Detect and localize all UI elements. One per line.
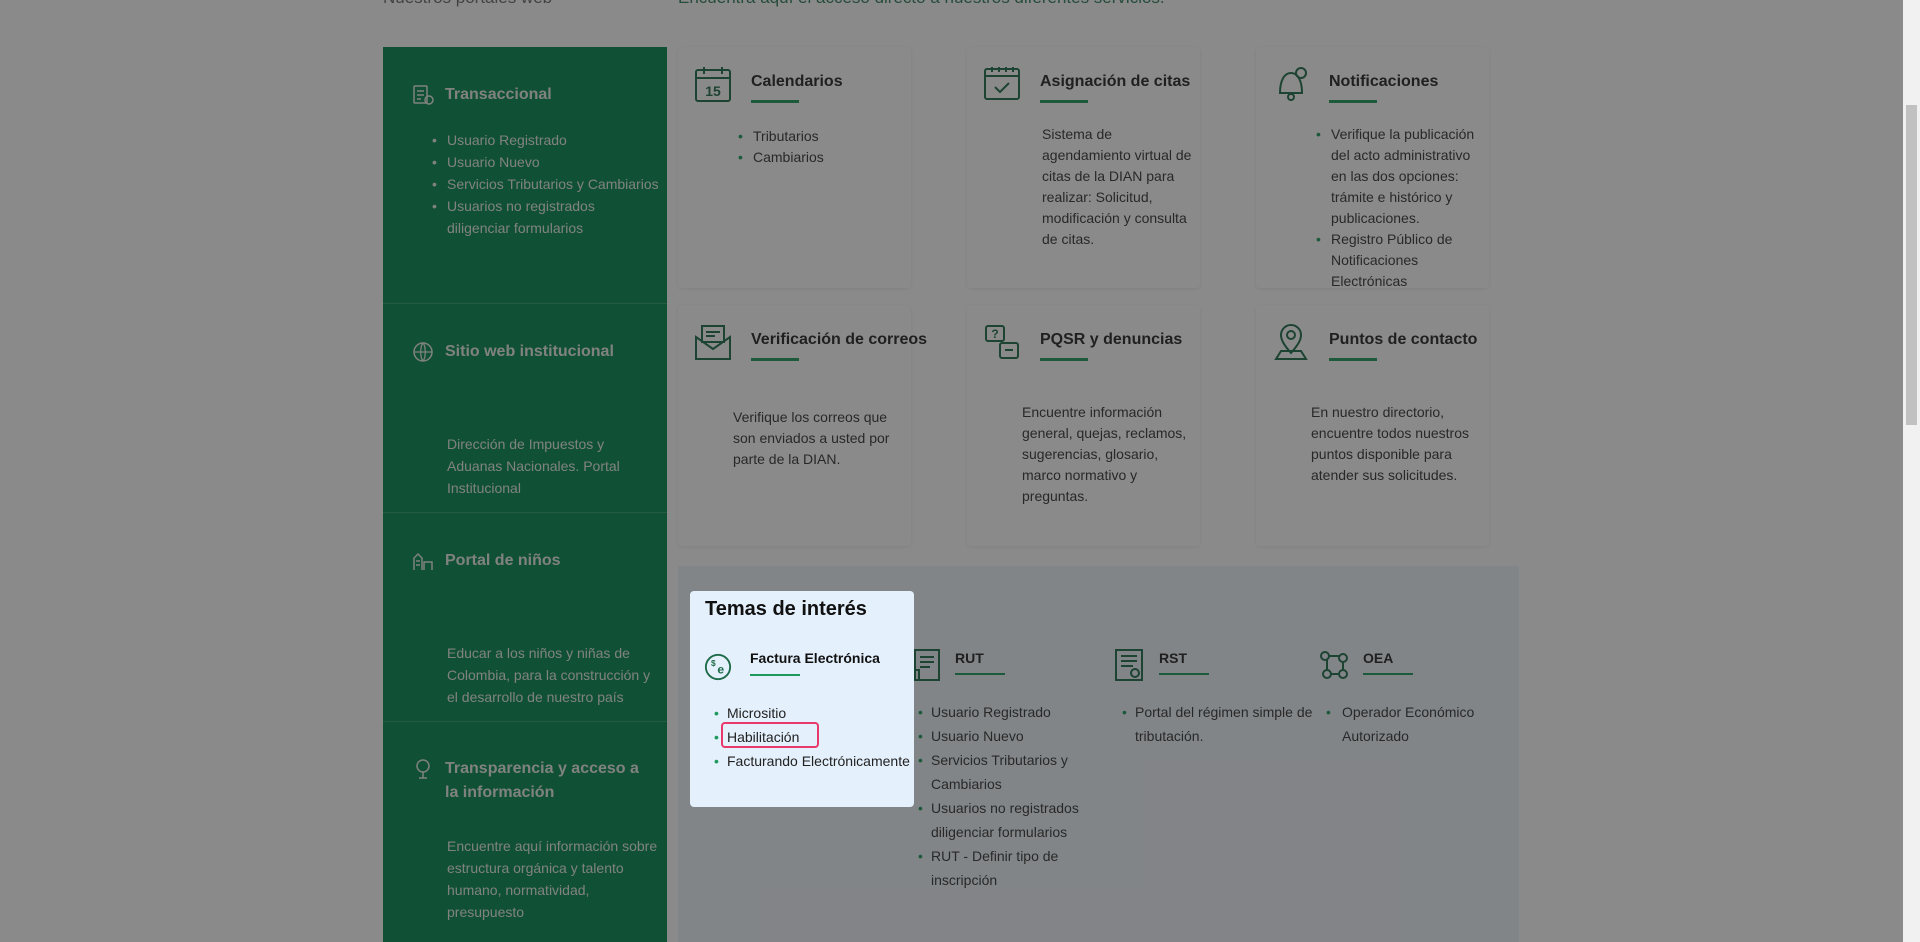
habilitacion-highlight: [721, 722, 819, 748]
portal-title: Portal de niños: [445, 552, 561, 569]
link-facturando-electronicamente[interactable]: Facturando Electrónicamente: [714, 749, 910, 773]
link-cambiarios[interactable]: Cambiarios: [738, 147, 824, 168]
card-puntos-contacto[interactable]: Puntos de contacto En nuestro directorio…: [1256, 305, 1489, 546]
topic-title: RUT: [955, 650, 984, 666]
temas-title: Temas de interés: [705, 598, 867, 620]
link-usuario-nuevo[interactable]: Usuario Nuevo: [918, 724, 1091, 748]
title-underline: [750, 674, 800, 676]
topic-title: RST: [1159, 650, 1187, 666]
card-calendarios[interactable]: 15 Calendarios Tributarios Cambiarios: [678, 47, 911, 288]
card-description: Verifique los correos que son enviados a…: [733, 409, 890, 467]
title-underline: [955, 673, 1005, 675]
title-underline: [751, 358, 799, 361]
portal-header: Transaccional: [411, 83, 552, 107]
link-operador-economico[interactable]: Operador Económico Autorizado: [1326, 700, 1509, 748]
topic-links: Portal del régimen simple de tributación…: [1122, 700, 1325, 748]
card-title: PQSR y denuncias: [1040, 331, 1183, 348]
card-links: Verifique la publicación del acto admini…: [1316, 124, 1481, 292]
link-usuario-nuevo[interactable]: Usuario Nuevo: [432, 151, 661, 173]
temas-spotlight: Temas de interés $ e Factura Electrónica …: [690, 591, 914, 807]
portal-header: Portal de niños: [411, 549, 561, 573]
transaction-icon: [413, 85, 434, 105]
card-description: En nuestro directorio, encuentre todos n…: [1311, 404, 1469, 483]
title-underline: [1329, 100, 1377, 103]
card-title: Asignación de citas: [1040, 73, 1191, 90]
topic-links: Operador Económico Autorizado: [1326, 700, 1509, 748]
oea-network-icon: [1320, 651, 1348, 679]
topic-title: Factura Electrónica: [750, 650, 880, 666]
card-title: Calendarios: [751, 73, 843, 90]
topic-title: OEA: [1363, 650, 1394, 666]
card-links: Tributarios Cambiarios: [738, 126, 824, 168]
card-pqsr-denuncias[interactable]: ? PQSR y denuncias Encuentre información…: [967, 305, 1200, 546]
portal-transparencia[interactable]: Transparencia y acceso a la información …: [383, 722, 667, 942]
portal-links: Usuario Registrado Usuario Nuevo Servici…: [432, 129, 661, 239]
scrollbar-thumb[interactable]: [1906, 105, 1917, 425]
appointment-icon: [984, 67, 1020, 100]
topic-links: Usuario Registrado Usuario Nuevo Servici…: [918, 700, 1091, 892]
globe-icon: [413, 342, 433, 362]
svg-text:15: 15: [705, 83, 721, 99]
card-title: Puntos de contacto: [1329, 331, 1478, 348]
portal-header: Transparencia y acceso a la información: [411, 757, 645, 805]
title-underline: [1363, 673, 1413, 675]
transparency-icon: [416, 759, 430, 779]
link-registro-publico[interactable]: Registro Público de Notificaciones Elect…: [1316, 229, 1481, 292]
portal-description: Encuentre aquí información sobre estruct…: [447, 838, 658, 920]
card-notificaciones[interactable]: Notificaciones Verifique la publicación …: [1256, 47, 1489, 289]
card-title: Notificaciones: [1329, 73, 1439, 90]
link-usuarios-no-registrados[interactable]: Usuarios no registrados diligenciar form…: [918, 796, 1091, 844]
portal-transaccional[interactable]: Transaccional Usuario Registrado Usuario…: [383, 47, 667, 304]
page: Nuestros portales web Encuentra aquí el …: [0, 0, 1920, 942]
link-servicios-tributarios[interactable]: Servicios Tributarios y Cambiarios: [918, 748, 1091, 796]
title-underline: [751, 100, 799, 103]
portal-header: Sitio web institucional: [411, 340, 614, 364]
card-description: Sistema de agendamiento virtual de citas…: [1042, 126, 1192, 247]
e-invoice-icon: $ e: [704, 653, 732, 681]
title-underline: [1329, 358, 1377, 361]
card-verificacion-correos[interactable]: Verificación de correos Verifique los co…: [678, 305, 927, 546]
link-servicios-tributarios[interactable]: Servicios Tributarios y Cambiarios: [432, 173, 661, 195]
location-icon: [1274, 324, 1308, 360]
link-verifique-publicacion[interactable]: Verifique la publicación del acto admini…: [1316, 124, 1481, 229]
kids-icon: [413, 552, 433, 570]
svg-text:e: e: [717, 663, 724, 677]
portals-sidebar: Transaccional Usuario Registrado Usuario…: [383, 47, 667, 942]
link-usuarios-no-registrados[interactable]: Usuarios no registrados diligenciar form…: [432, 195, 661, 239]
portal-title: Transaccional: [445, 86, 552, 103]
link-usuario-registrado[interactable]: Usuario Registrado: [432, 129, 661, 151]
rut-document-icon: [910, 649, 940, 681]
portals-heading: Nuestros portales web: [383, 0, 552, 8]
portal-description: Dirección de Impuestos y Aduanas Naciona…: [447, 436, 620, 496]
link-portal-regimen-simple[interactable]: Portal del régimen simple de tributación…: [1122, 700, 1325, 748]
title-underline: [1040, 358, 1088, 361]
link-rut-definir-tipo[interactable]: RUT - Definir tipo de inscripción: [918, 844, 1091, 892]
calendar-icon: 15: [695, 67, 731, 102]
card-title: Verificación de correos: [751, 331, 928, 348]
notification-icon: [1278, 67, 1307, 101]
portal-sitio-institucional[interactable]: Sitio web institucional Dirección de Imp…: [383, 304, 667, 513]
portal-title: Sitio web institucional: [445, 343, 614, 360]
svg-text:?: ?: [991, 327, 998, 341]
title-underline: [1159, 673, 1209, 675]
svg-text:$: $: [711, 658, 716, 668]
portal-title: Transparencia y acceso a la información: [445, 760, 639, 801]
card-asignacion-citas[interactable]: Asignación de citas Sistema de agendamie…: [967, 47, 1200, 288]
card-description: Encuentre información general, quejas, r…: [1022, 404, 1187, 504]
rst-document-icon: [1115, 649, 1143, 681]
link-tributarios[interactable]: Tributarios: [738, 126, 824, 147]
mail-check-icon: [695, 325, 731, 360]
portal-description: Educar a los niños y niñas de Colombia, …: [447, 645, 651, 705]
title-underline: [1040, 100, 1088, 103]
services-heading: Encuentra aquí el acceso directo a nuest…: [678, 0, 1165, 8]
link-usuario-registrado[interactable]: Usuario Registrado: [918, 700, 1091, 724]
complaint-icon: ?: [985, 325, 1019, 359]
portal-ninos[interactable]: Portal de niños Educar a los niños y niñ…: [383, 513, 667, 722]
